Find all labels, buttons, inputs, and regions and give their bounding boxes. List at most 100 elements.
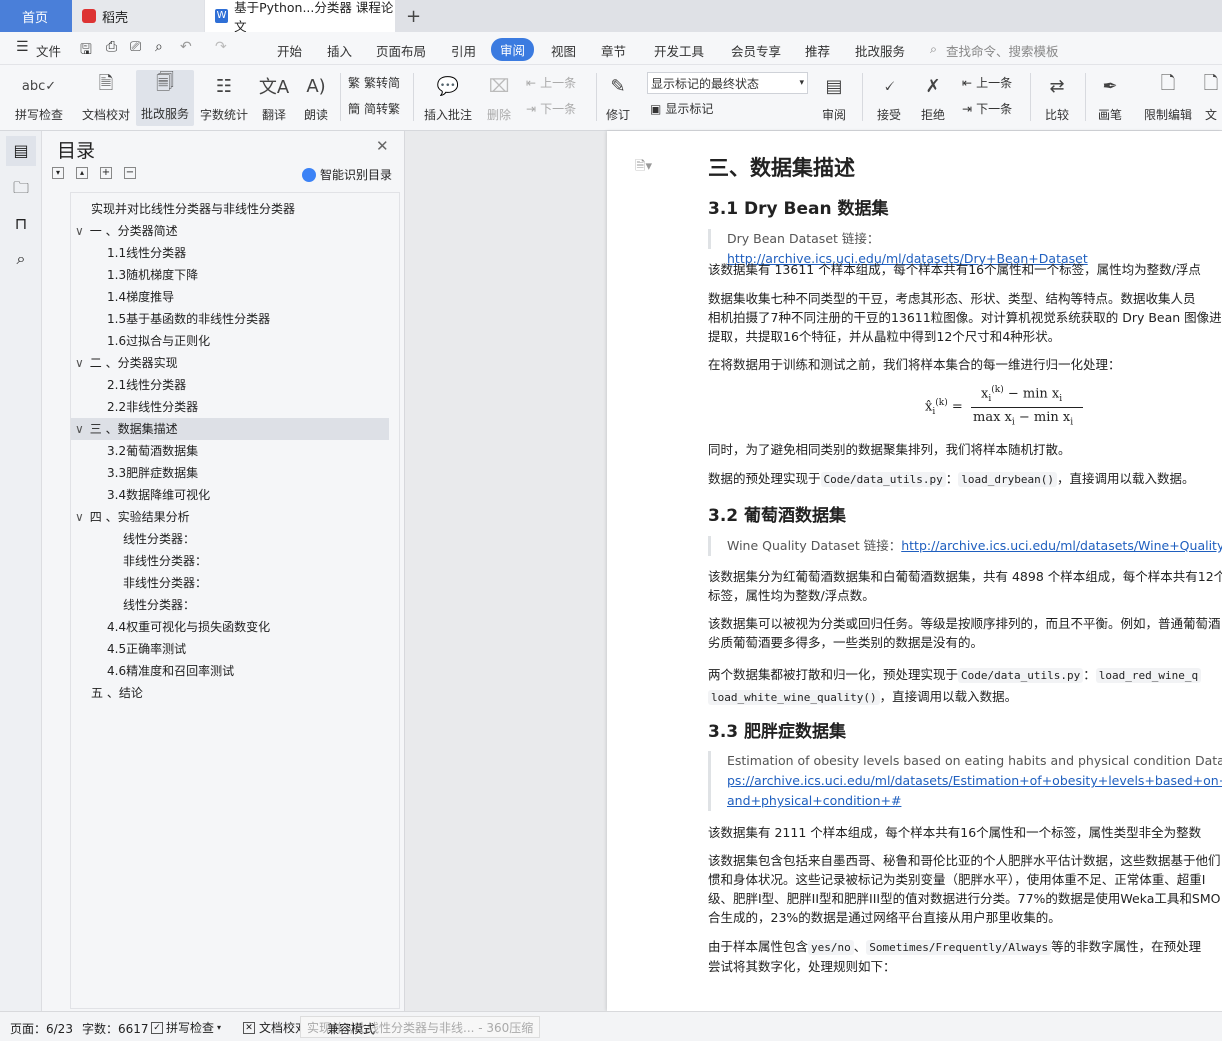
export-icon[interactable]: ⎙	[106, 39, 117, 55]
review-pane-button[interactable]: ▤ 审阅	[815, 71, 853, 123]
document-page[interactable]: 🗎▾ 三、数据集描述 3.1 Dry Bean 数据集 Dry Bean Dat…	[607, 131, 1222, 1011]
reject-button[interactable]: ✗ 拒绝	[914, 71, 952, 123]
toc-item[interactable]: 2.2非线性分类器	[107, 396, 198, 418]
page-indicator[interactable]: 页面：6/23	[10, 1020, 73, 1037]
prev-change-button[interactable]: ⇤ 上一条	[962, 74, 1012, 91]
simp-to-trad-button[interactable]: 簡简转繁	[348, 100, 400, 117]
doc-more-button[interactable]: 🗋 文	[1200, 71, 1222, 123]
toc-item-title[interactable]: 实现并对比线性分类器与非线性分类器	[91, 198, 295, 220]
collapse-all-icon[interactable]: ▾	[52, 167, 64, 179]
next-change-button[interactable]: ⇥ 下一条	[962, 100, 1012, 117]
doc-proof-status[interactable]: ✕ 文档校对	[243, 1019, 307, 1036]
doc-proof-button[interactable]: 🗎 文档校对	[78, 71, 134, 123]
pen-icon: ✒	[1102, 75, 1118, 97]
chevron-down-icon: ▾	[799, 78, 804, 88]
hamburger-icon[interactable]: ☰	[16, 39, 29, 55]
menu-reference[interactable]: 引用	[451, 41, 476, 60]
translate-button[interactable]: 文A 翻译	[255, 71, 293, 123]
toc-item[interactable]: 非线性分类器：	[123, 550, 207, 572]
compare-button[interactable]: ⇄ 比较	[1038, 71, 1076, 123]
toc-item-ch4[interactable]: ∨ 四 、实验结果分析	[75, 506, 190, 528]
toc-item[interactable]: 3.2葡萄酒数据集	[107, 440, 198, 462]
toc-item[interactable]: 4.6精准度和召回率测试	[107, 660, 234, 682]
menu-devtools[interactable]: 开发工具	[654, 41, 704, 60]
print-icon[interactable]: ⎚	[130, 39, 141, 55]
show-markup-button[interactable]: ▣ 显示标记	[650, 100, 713, 117]
toc-item-ch2[interactable]: ∨ 二 、分类器实现	[75, 352, 178, 374]
wine-link[interactable]: http://archive.ics.uci.edu/ml/datasets/W…	[901, 538, 1222, 553]
menu-review[interactable]: 审阅	[491, 38, 535, 61]
toc-item[interactable]: 1.1线性分类器	[107, 242, 186, 264]
spell-check-status[interactable]: ✓ 拼写检查 ▾	[151, 1019, 221, 1036]
tab-home[interactable]: 首页	[0, 0, 72, 32]
toc-item[interactable]: 3.3肥胖症数据集	[107, 462, 198, 484]
prev-comment-button[interactable]: ⇤ 上一条	[526, 74, 576, 91]
toc-item-ch3-selected[interactable]: ∨ 三 、数据集描述	[71, 418, 389, 440]
chevron-down-icon[interactable]: ∨	[75, 510, 84, 524]
menu-recommend[interactable]: 推荐	[805, 41, 830, 60]
correct-service-button[interactable]: 🗐 批改服务	[136, 70, 194, 126]
menu-insert[interactable]: 插入	[327, 41, 352, 60]
prev-icon: ⇤	[526, 75, 537, 90]
spell-check-button[interactable]: abc✓ 拼写检查	[8, 71, 70, 123]
obesity-link-cont[interactable]: and+physical+condition+#	[727, 791, 1222, 811]
toc-item[interactable]: 4.4权重可视化与损失函数变化	[107, 616, 270, 638]
toc-item[interactable]: 1.6过拟合与正则化	[107, 330, 210, 352]
new-tab-button[interactable]: +	[396, 0, 421, 32]
toc-item[interactable]: 2.1线性分类器	[107, 374, 186, 396]
obesity-link[interactable]: ps://archive.ics.uci.edu/ml/datasets/Est…	[727, 771, 1222, 791]
menu-chapter[interactable]: 章节	[601, 41, 626, 60]
add-heading-icon[interactable]: +	[100, 167, 112, 179]
menu-view[interactable]: 视图	[551, 41, 576, 60]
next-comment-button[interactable]: ⇥ 下一条	[526, 100, 576, 117]
read-aloud-button[interactable]: A) 朗读	[298, 71, 334, 123]
insert-comment-button[interactable]: 💬 插入批注	[420, 71, 476, 123]
toc-item[interactable]: 线性分类器：	[123, 528, 195, 550]
remove-heading-icon[interactable]: −	[124, 167, 136, 179]
expand-up-icon[interactable]: ▴	[76, 167, 88, 179]
accept-button[interactable]: 🗸 接受	[870, 71, 908, 123]
command-search[interactable]: 查找命令、搜索模板	[946, 41, 1059, 60]
word-count-indicator[interactable]: 字数：6617	[82, 1020, 149, 1037]
close-icon[interactable]: ✕	[376, 137, 389, 155]
find-icon[interactable]: ⌕	[6, 244, 36, 274]
menu-member[interactable]: 会员专享	[731, 41, 781, 60]
save-icon[interactable]: 🖫	[80, 39, 92, 63]
word-count-button[interactable]: ☷ 字数统计	[196, 71, 252, 123]
markup-state-select[interactable]: 显示标记的最终状态 ▾	[647, 72, 808, 94]
chevron-down-icon[interactable]: ∨	[75, 224, 84, 238]
toc-item[interactable]: 4.5正确率测试	[107, 638, 186, 660]
toc-item[interactable]: 1.5基于基函数的非线性分类器	[107, 308, 270, 330]
toc-item[interactable]: 非线性分类器：	[123, 572, 207, 594]
delete-comment-button[interactable]: ⌧ 删除	[480, 71, 518, 123]
restrict-edit-button[interactable]: 🗋 限制编辑	[1140, 71, 1196, 123]
menu-file[interactable]: 文件	[36, 41, 61, 60]
menu-layout[interactable]: 页面布局	[376, 41, 426, 60]
toc-item[interactable]: 1.4梯度推导	[107, 286, 174, 308]
trad-to-simp-button[interactable]: 繁繁转简	[348, 74, 400, 91]
toc-item[interactable]: 3.4数据降维可视化	[107, 484, 210, 506]
toc-item[interactable]: 线性分类器：	[123, 594, 195, 616]
toc-item[interactable]: 1.3随机梯度下降	[107, 264, 198, 286]
bookmark-icon[interactable]: ⊓	[6, 209, 36, 239]
chevron-down-icon[interactable]: ∨	[75, 422, 84, 436]
redo-icon[interactable]: ↷	[215, 39, 227, 55]
tab-daoke[interactable]: 稻壳	[72, 0, 204, 32]
preview-icon[interactable]: ⌕	[155, 39, 163, 55]
quote-dry-bean: Dry Bean Dataset 链接：http://archive.ics.u…	[708, 229, 1222, 266]
undo-icon[interactable]: ↶	[180, 39, 192, 55]
menu-correct-service[interactable]: 批改服务	[855, 41, 905, 60]
compat-mode: 兼容模式	[327, 1022, 376, 1036]
chevron-down-icon[interactable]: ∨	[75, 356, 84, 370]
tab-document[interactable]: W 基于Python...分类器 课程论文	[205, 0, 395, 34]
lock-icon: 🗋	[1160, 73, 1176, 94]
toc-item-ch5[interactable]: 五 、结论	[91, 682, 143, 704]
track-changes-button[interactable]: ✎ 修订	[600, 71, 636, 123]
pen-button[interactable]: ✒ 画笔	[1092, 71, 1128, 123]
smart-toc-button[interactable]: 智能识别目录	[302, 166, 392, 183]
menu-start[interactable]: 开始	[277, 41, 302, 60]
outline-icon[interactable]: 🗀	[6, 173, 36, 203]
toc-item-ch1[interactable]: ∨ 一 、分类器简述	[75, 220, 178, 242]
para-marker-icon[interactable]: 🗎▾	[635, 157, 652, 179]
toc-icon[interactable]: ▤	[6, 136, 36, 166]
